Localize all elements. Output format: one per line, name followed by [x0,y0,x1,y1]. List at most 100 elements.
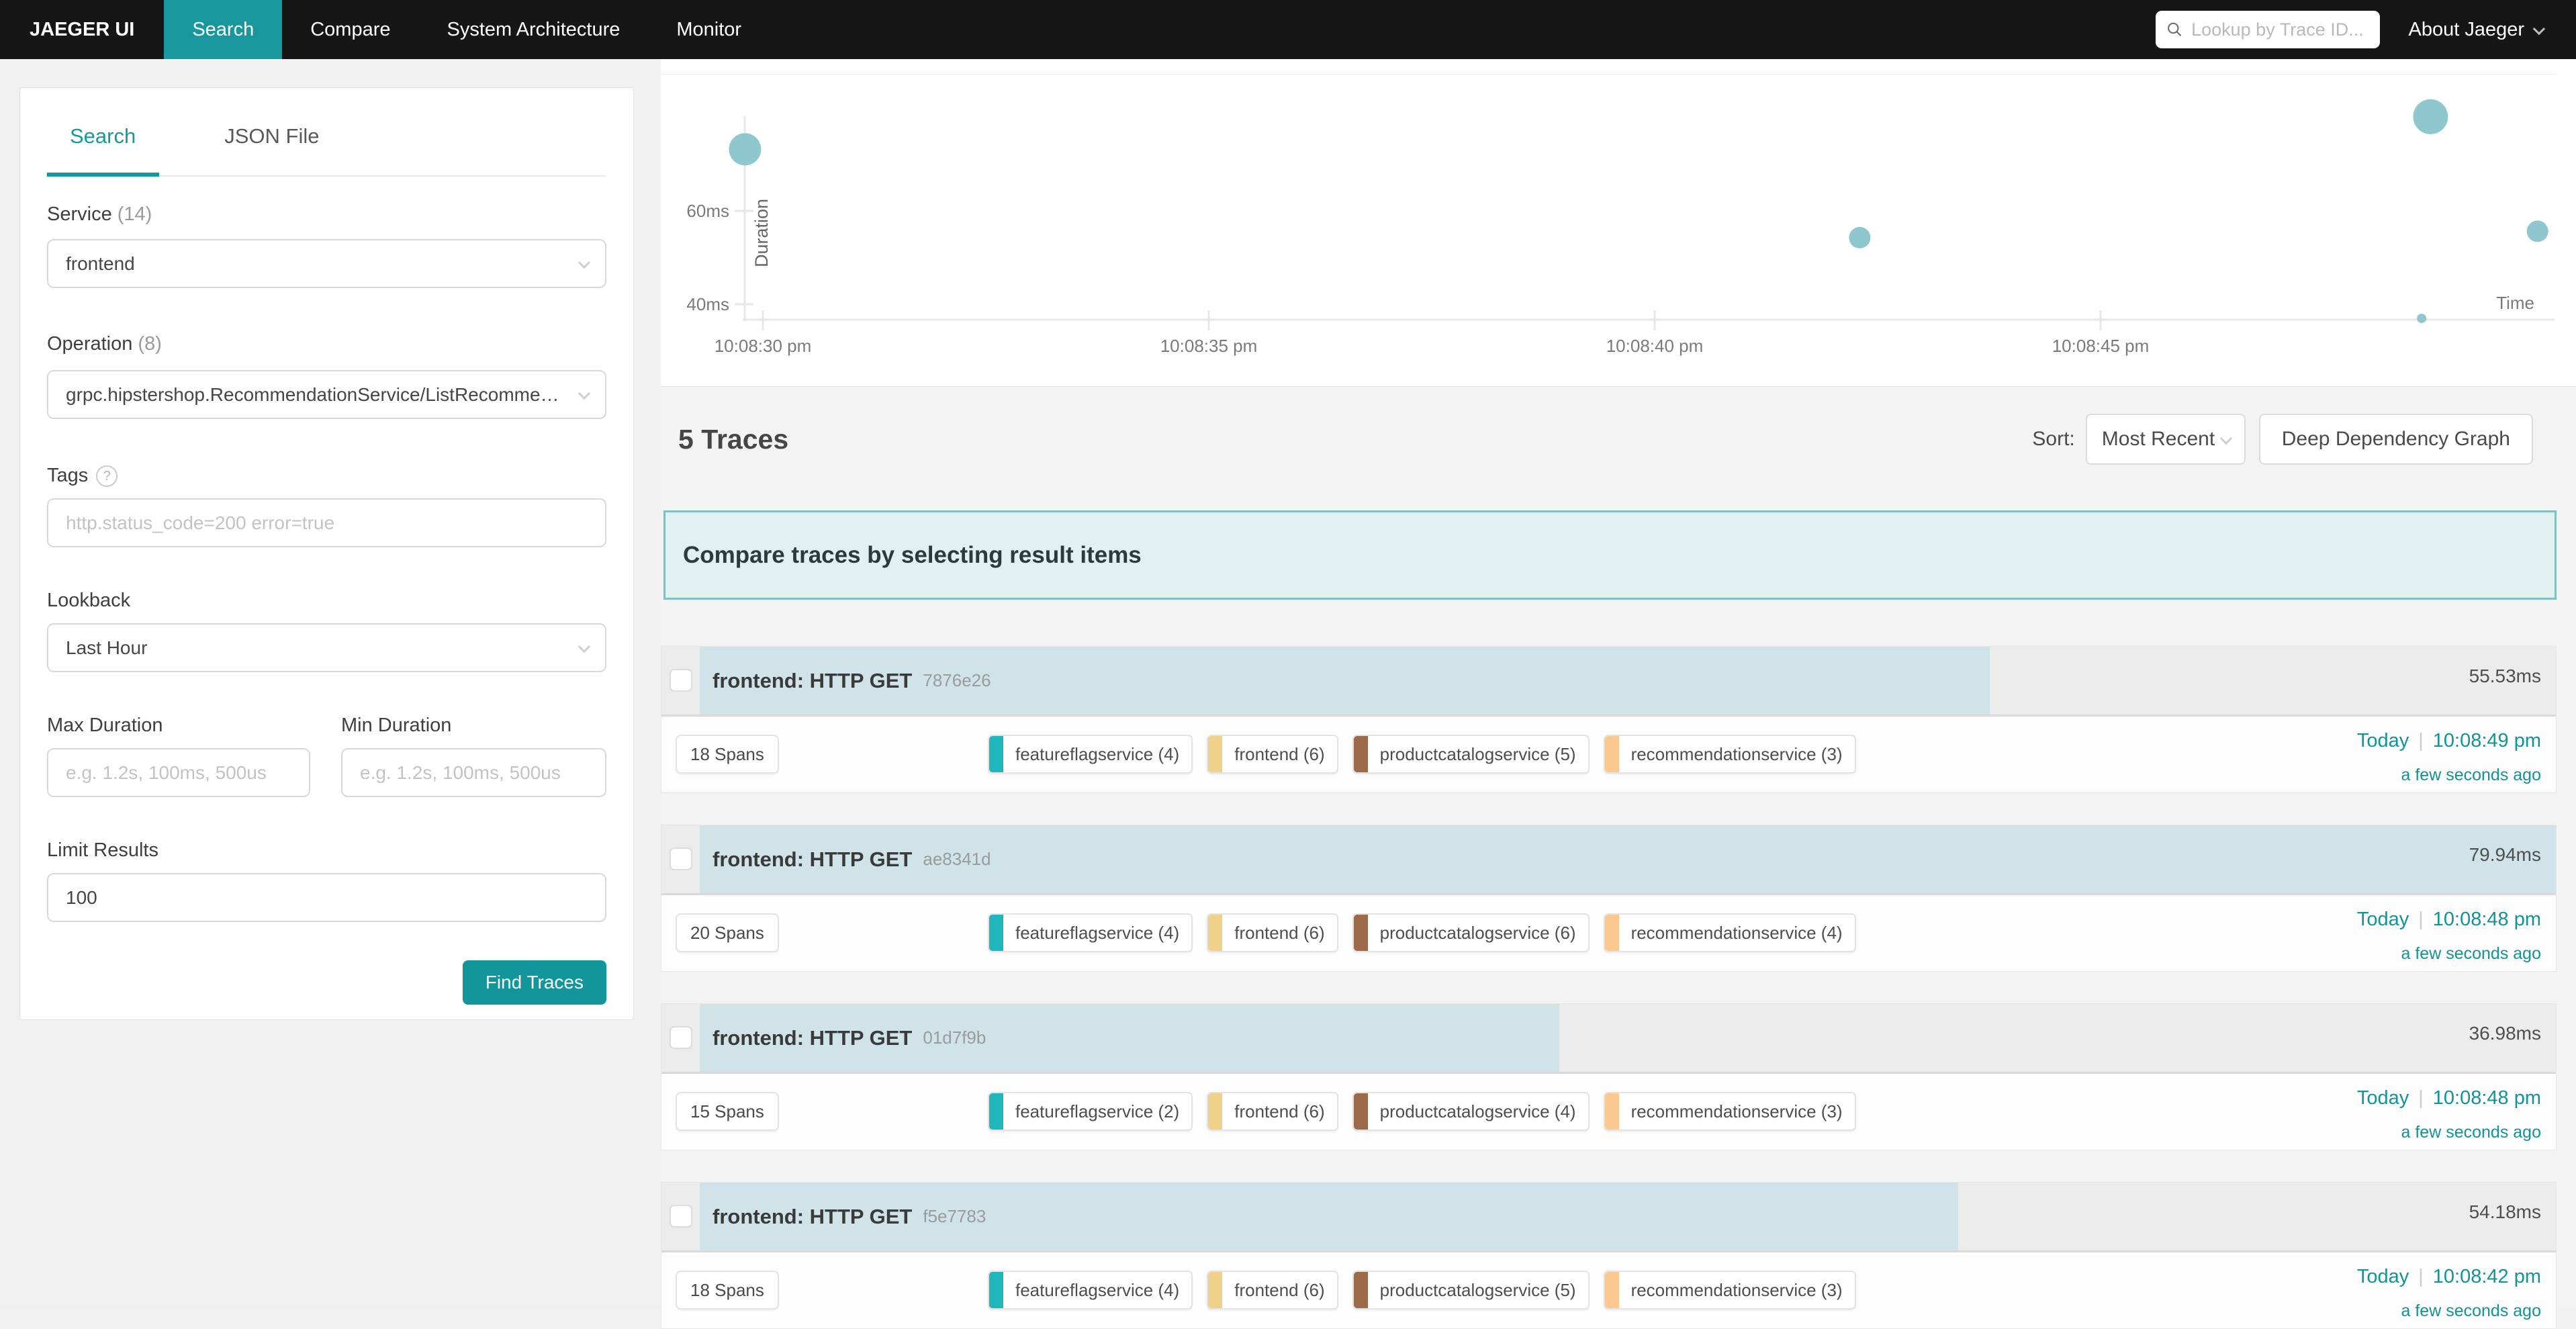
service-color-stripe [1208,915,1222,951]
trace-time: 10:08:48 pm [2433,909,2541,931]
max-duration-input[interactable] [66,762,291,784]
trace-card-header[interactable]: frontend: HTTP GET 7876e26 55.53ms [661,647,2556,715]
service-badge[interactable]: frontend (6) [1207,913,1338,952]
trace-title: frontend: HTTP GET [712,669,912,693]
service-color-stripe [1354,1272,1368,1308]
nav-item-compare[interactable]: Compare [282,0,418,59]
trace-result-card[interactable]: frontend: HTTP GET ae8341d 79.94ms 20 Sp… [661,825,2557,972]
scatter-point[interactable] [2527,220,2548,242]
service-badge[interactable]: productcatalogservice (5) [1352,735,1590,774]
service-badge[interactable]: frontend (6) [1207,1092,1338,1131]
lookback-select-value: Last Hour [66,637,167,659]
service-badge[interactable]: featureflagservice (4) [988,1271,1193,1310]
trace-result-card[interactable]: frontend: HTTP GET 01d7f9b 36.98ms 15 Sp… [661,1003,2557,1150]
service-badge-label: featureflagservice (2) [1003,1093,1191,1130]
about-jaeger-menu[interactable]: About Jaeger [2408,19,2542,41]
trace-select-checkbox[interactable] [670,1205,692,1228]
service-badge[interactable]: frontend (6) [1207,1271,1338,1310]
service-select[interactable]: frontend [47,239,606,288]
trace-duration-value: 54.18ms [2469,1201,2541,1223]
find-traces-button[interactable]: Find Traces [463,960,606,1005]
nav-item-monitor[interactable]: Monitor [648,0,770,59]
service-badge[interactable]: recommendationservice (3) [1604,1092,1856,1131]
tab-json-file[interactable]: JSON File [224,124,319,148]
span-count-badge[interactable]: 18 Spans [676,735,779,774]
trace-title: frontend: HTTP GET [712,1026,912,1050]
trace-time: 10:08:49 pm [2433,730,2541,752]
service-badge[interactable]: recommendationservice (3) [1604,1271,1856,1310]
service-badge[interactable]: recommendationservice (3) [1604,735,1856,774]
service-color-stripe [1605,915,1619,951]
trace-result-card[interactable]: frontend: HTTP GET 7876e26 55.53ms 18 Sp… [661,646,2557,793]
search-sidebar: Search JSON File Service (14) frontend O… [0,59,661,1308]
max-duration-label: Max Duration [47,715,163,737]
trace-id: f5e7783 [923,1206,986,1227]
service-badge-row: featureflagservice (2) frontend (6) produc… [988,1092,1856,1131]
trace-timestamp-block: Today | 10:08:48 pm a few seconds ago [2357,909,2541,964]
scatter-point[interactable] [1849,227,1870,248]
trace-card-header[interactable]: frontend: HTTP GET f5e7783 54.18ms [661,1183,2556,1250]
chevron-down-icon [2533,22,2545,34]
scatter-point[interactable] [2417,314,2426,323]
service-badge[interactable]: featureflagservice (4) [988,735,1193,774]
service-badge-label: frontend (6) [1222,1272,1336,1308]
service-color-stripe [989,736,1003,772]
service-badge-label: recommendationservice (4) [1619,915,1855,951]
trace-date: Today [2357,909,2409,931]
x-axis-label: Time [2496,293,2534,314]
tags-input[interactable] [66,512,588,534]
service-badge-row: featureflagservice (4) frontend (6) produc… [988,1271,1856,1310]
trace-date: Today [2357,1266,2409,1288]
trace-timestamp-block: Today | 10:08:49 pm a few seconds ago [2357,730,2541,785]
trace-card-header[interactable]: frontend: HTTP GET ae8341d 79.94ms [661,825,2556,893]
operation-select[interactable]: grpc.hipstershop.RecommendationService/L… [47,370,606,419]
service-label: Service (14) [47,203,152,226]
service-badge-row: featureflagservice (4) frontend (6) produc… [988,735,1856,774]
service-color-stripe [989,1272,1003,1308]
trace-select-checkbox[interactable] [670,669,692,692]
trace-duration-value: 55.53ms [2469,666,2541,687]
service-badge[interactable]: productcatalogservice (4) [1352,1092,1590,1131]
lookback-select[interactable]: Last Hour [47,623,606,672]
span-count-badge[interactable]: 18 Spans [676,1271,779,1310]
service-badge-label: productcatalogservice (5) [1368,1272,1588,1308]
trace-result-card[interactable]: frontend: HTTP GET f5e7783 54.18ms 18 Sp… [661,1182,2557,1329]
nav-item-search[interactable]: Search [164,0,282,59]
service-color-stripe [1605,736,1619,772]
help-icon[interactable]: ? [96,465,118,487]
trace-timestamp: Today | 10:08:42 pm [2357,1266,2541,1288]
y-tick-label: 40ms [661,294,729,315]
trace-select-checkbox[interactable] [670,847,692,870]
trace-relative-age: a few seconds ago [2357,944,2541,964]
service-badge[interactable]: featureflagservice (4) [988,913,1193,952]
trace-card-body: 18 Spans featureflagservice (4) frontend … [661,1250,2556,1328]
service-badge[interactable]: productcatalogservice (6) [1352,913,1590,952]
service-badge[interactable]: recommendationservice (4) [1604,913,1856,952]
service-badge-label: featureflagservice (4) [1003,736,1191,772]
service-badge[interactable]: productcatalogservice (5) [1352,1271,1590,1310]
scatter-point[interactable] [2413,99,2448,134]
limit-results-input[interactable] [66,887,588,909]
service-color-stripe [1354,736,1368,772]
service-badge-label: productcatalogservice (5) [1368,736,1588,772]
service-color-stripe [1605,1093,1619,1130]
tab-search[interactable]: Search [70,124,136,148]
timestamp-separator: | [2418,1087,2424,1109]
service-badge-row: featureflagservice (4) frontend (6) produc… [988,913,1856,952]
trace-timestamp: Today | 10:08:49 pm [2357,730,2541,752]
duration-scatter-chart: 60ms 40ms Duration Time 10:08:30 pm 10:0… [661,59,2576,387]
service-count: (14) [118,203,152,225]
service-badge[interactable]: featureflagservice (2) [988,1092,1193,1131]
service-badge-label: recommendationservice (3) [1619,1093,1855,1130]
nav-item-system-architecture[interactable]: System Architecture [419,0,649,59]
trace-select-checkbox[interactable] [670,1026,692,1049]
min-duration-input[interactable] [360,762,588,784]
lookback-label: Lookback [47,590,130,612]
service-badge[interactable]: frontend (6) [1207,735,1338,774]
trace-lookup-input[interactable] [2191,19,2369,40]
trace-card-header[interactable]: frontend: HTTP GET 01d7f9b 36.98ms [661,1004,2556,1072]
span-count-badge[interactable]: 20 Spans [676,913,779,952]
span-count-badge[interactable]: 15 Spans [676,1092,779,1131]
timestamp-separator: | [2418,730,2424,752]
y-axis-label: Duration [751,126,772,267]
